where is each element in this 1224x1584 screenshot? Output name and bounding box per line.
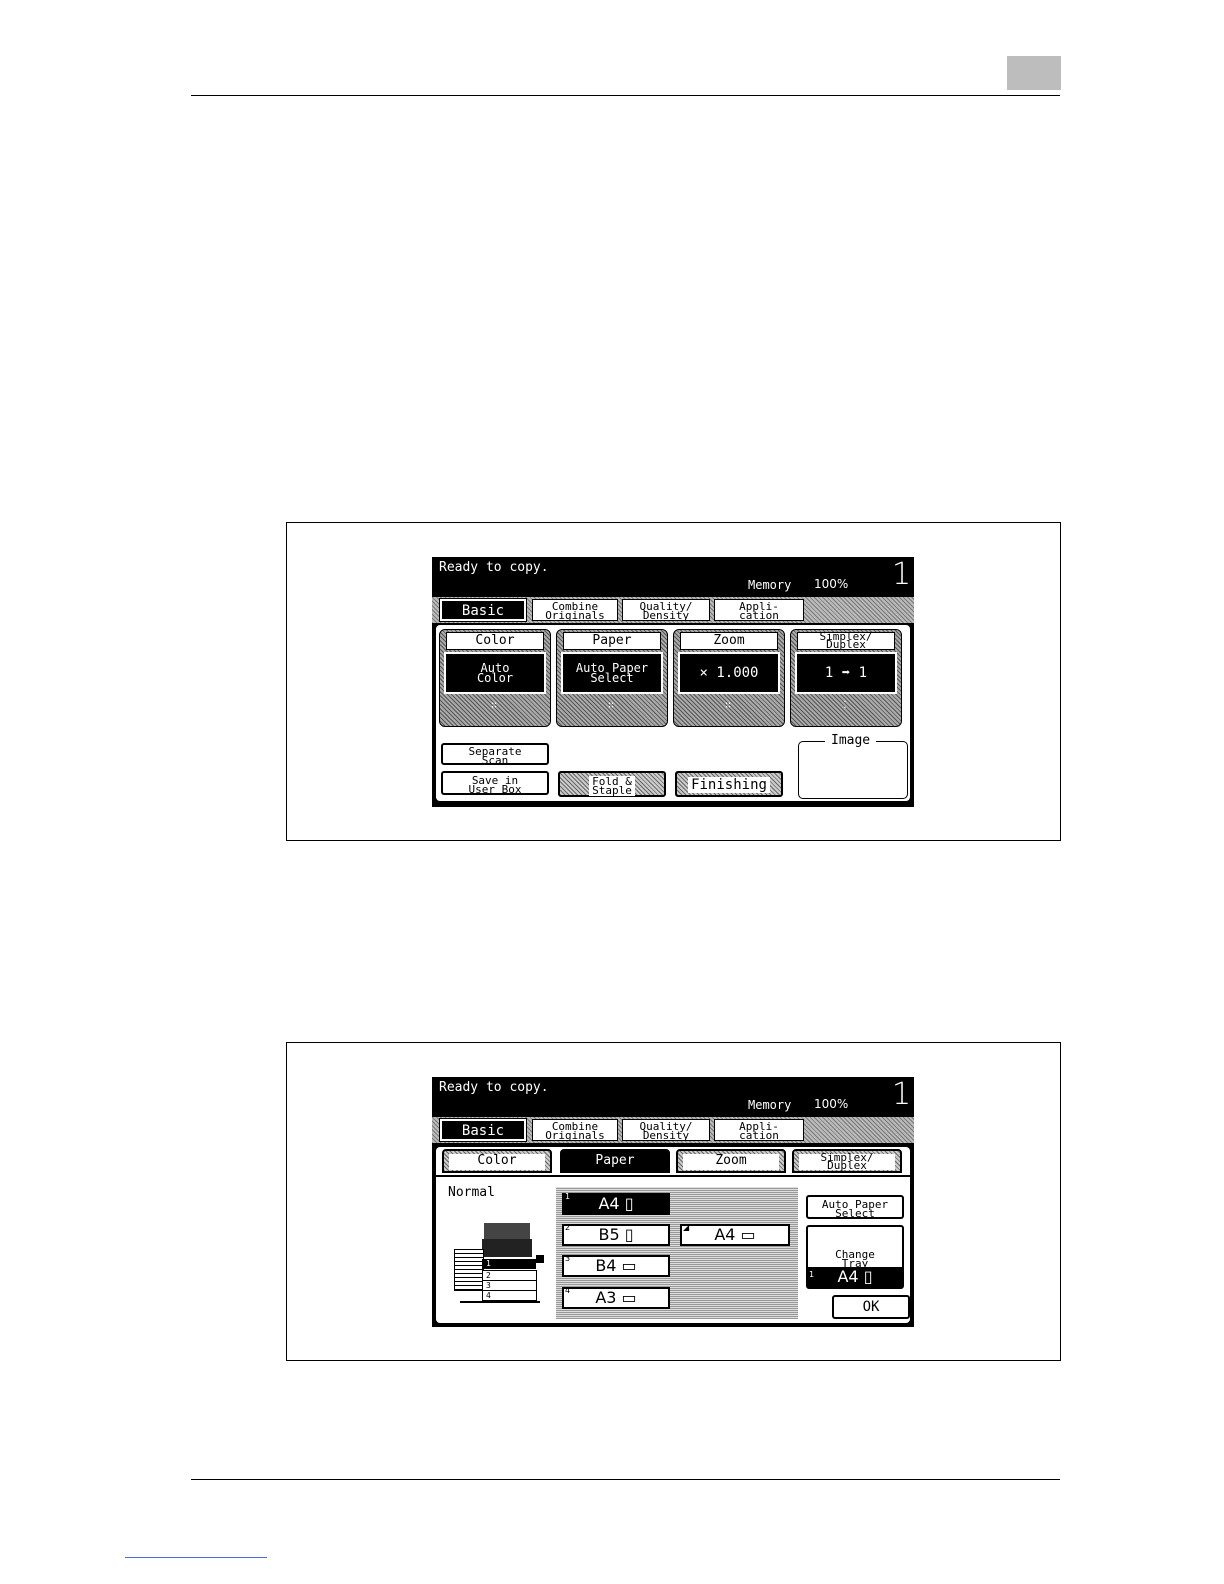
tab-combine-originals[interactable]: Combine Originals — [532, 1119, 618, 1141]
paper-select-screen: Ready to copy. Memory 100% 1 Basic Combi… — [432, 1077, 914, 1327]
tab-quality-density[interactable]: Quality/ Density — [622, 1119, 710, 1141]
copy-basic-screen: Ready to copy. Memory 100% 1 Basic Combi… — [432, 557, 914, 807]
machine-tray-1: 1 — [482, 1259, 536, 1269]
subtab-simplex-duplex[interactable]: Simplex/ Duplex — [792, 1149, 902, 1173]
subtab-paper-label: Paper — [567, 1154, 663, 1170]
copy-count: 1 — [892, 1077, 912, 1112]
normal-label: Normal — [448, 1185, 495, 1200]
fold-staple-button[interactable]: Fold & Staple — [558, 771, 666, 797]
tray-4-number: 4 — [565, 1286, 571, 1295]
figure-1-frame: Ready to copy. Memory 100% 1 Basic Combi… — [286, 522, 1061, 841]
tray-1-number: 1 — [565, 1192, 571, 1201]
footer-rule — [191, 1479, 1060, 1480]
color-more-icon: ∷ — [490, 700, 500, 711]
figure-2-frame: Ready to copy. Memory 100% 1 Basic Combi… — [286, 1042, 1061, 1361]
page-tab-marker — [1007, 56, 1061, 90]
selected-tray-number: 1 — [809, 1270, 815, 1279]
memory-label: Memory — [748, 578, 792, 592]
ok-button[interactable]: OK — [832, 1295, 910, 1319]
tab-basic[interactable]: Basic — [439, 1118, 527, 1142]
memory-label: Memory — [748, 1098, 792, 1112]
tray-4-label: A3 ▭ — [595, 1288, 637, 1307]
subtab-simplex-duplex-label: Simplex/ Duplex — [799, 1152, 895, 1171]
tab-quality-density[interactable]: Quality/ Density — [622, 599, 710, 621]
status-text: Ready to copy. — [439, 560, 549, 575]
zoom-value: × 1.000 — [678, 652, 780, 694]
simplex-duplex-value: 1 ➡ 1 — [795, 652, 897, 694]
image-label: Image — [825, 733, 877, 748]
tray-2-label: B5 ▯ — [598, 1225, 634, 1244]
subtab-zoom[interactable]: Zoom — [676, 1149, 786, 1173]
tray-1-label: A4 ▯ — [598, 1194, 634, 1213]
subtab-zoom-label: Zoom — [683, 1154, 779, 1170]
paper-panel: Color Paper Zoom Simplex/ Duplex Normal … — [434, 1145, 912, 1325]
tab-application[interactable]: Appli- cation — [714, 599, 804, 621]
subtab-paper[interactable]: Paper — [560, 1149, 670, 1173]
save-in-user-box-button[interactable]: Save in User Box — [441, 771, 549, 795]
header-rule — [191, 95, 1060, 96]
color-value: Auto Color — [444, 652, 546, 694]
tray-3-button[interactable]: 3 B4 ▭ — [562, 1255, 670, 1277]
selected-tray-display: 1 A4 ▯ — [808, 1267, 902, 1287]
subtab-color-label: Color — [449, 1154, 545, 1170]
tray-1-button[interactable]: 1 A4 ▯ — [562, 1193, 670, 1215]
tab-application[interactable]: Appli- cation — [714, 1119, 804, 1141]
finishing-button[interactable]: Finishing — [675, 771, 783, 797]
color-label: Color — [446, 632, 544, 650]
paper-label: Paper — [563, 632, 661, 650]
tray-2-button[interactable]: 2 B5 ▯ — [562, 1224, 670, 1246]
fold-staple-label: Fold & Staple — [589, 776, 635, 796]
tab-row: Basic Combine Originals Quality/ Density… — [432, 597, 914, 623]
tray-4-button[interactable]: 4 A3 ▭ — [562, 1287, 670, 1309]
tab-basic[interactable]: Basic — [439, 598, 527, 622]
paper-more-icon: ∷ — [607, 700, 617, 711]
image-preview-box: Image — [798, 733, 908, 799]
basic-panel: Color Auto Color ∷ Paper Auto Paper Sele… — [434, 623, 912, 803]
color-function[interactable]: Color Auto Color ∷ — [439, 629, 551, 727]
memory-value: 100% — [814, 577, 849, 591]
footer-link-underline — [125, 1557, 267, 1558]
zoom-function[interactable]: Zoom × 1.000 ∷ — [673, 629, 785, 727]
bypass-tray-label: A4 ▭ — [714, 1225, 756, 1244]
auto-paper-select-button[interactable]: Auto Paper Select — [806, 1195, 904, 1219]
tab-combine-originals[interactable]: Combine Originals — [532, 599, 618, 621]
tray-3-label: B4 ▭ — [595, 1256, 637, 1275]
copy-count: 1 — [892, 557, 912, 592]
machine-tray-4: 4 — [482, 1290, 537, 1301]
memory-value: 100% — [814, 1097, 849, 1111]
finishing-label: Finishing — [688, 777, 770, 793]
separate-scan-button[interactable]: Separate Scan — [441, 743, 549, 766]
bypass-tray-button[interactable]: ◢ A4 ▭ — [680, 1224, 790, 1246]
tray-3-number: 3 — [565, 1254, 571, 1263]
paper-function[interactable]: Paper Auto Paper Select ∷ — [556, 629, 668, 727]
tab-row: Basic Combine Originals Quality/ Density… — [432, 1117, 914, 1143]
tray-2-number: 2 — [565, 1223, 571, 1232]
change-tray-settings-button[interactable]: Change Tray Settings 1A4 ▯ — [806, 1225, 904, 1289]
copier-illustration-icon: 1 2 3 4 — [446, 1219, 556, 1309]
subtab-divider — [436, 1175, 910, 1177]
zoom-more-icon: ∷ — [724, 700, 734, 711]
simplex-duplex-function[interactable]: Simplex/ Duplex 1 ➡ 1 ⁚ — [790, 629, 902, 727]
selected-tray-label: A4 ▯ — [837, 1267, 873, 1286]
subtab-color[interactable]: Color — [442, 1149, 552, 1173]
paper-value: Auto Paper Select — [561, 652, 663, 694]
zoom-label: Zoom — [680, 632, 778, 650]
simplex-duplex-label: Simplex/ Duplex — [797, 631, 895, 650]
status-text: Ready to copy. — [439, 1080, 549, 1095]
simplex-duplex-more-icon: ⁚ — [843, 700, 849, 711]
bypass-tray-icon: ◢ — [683, 1223, 690, 1232]
